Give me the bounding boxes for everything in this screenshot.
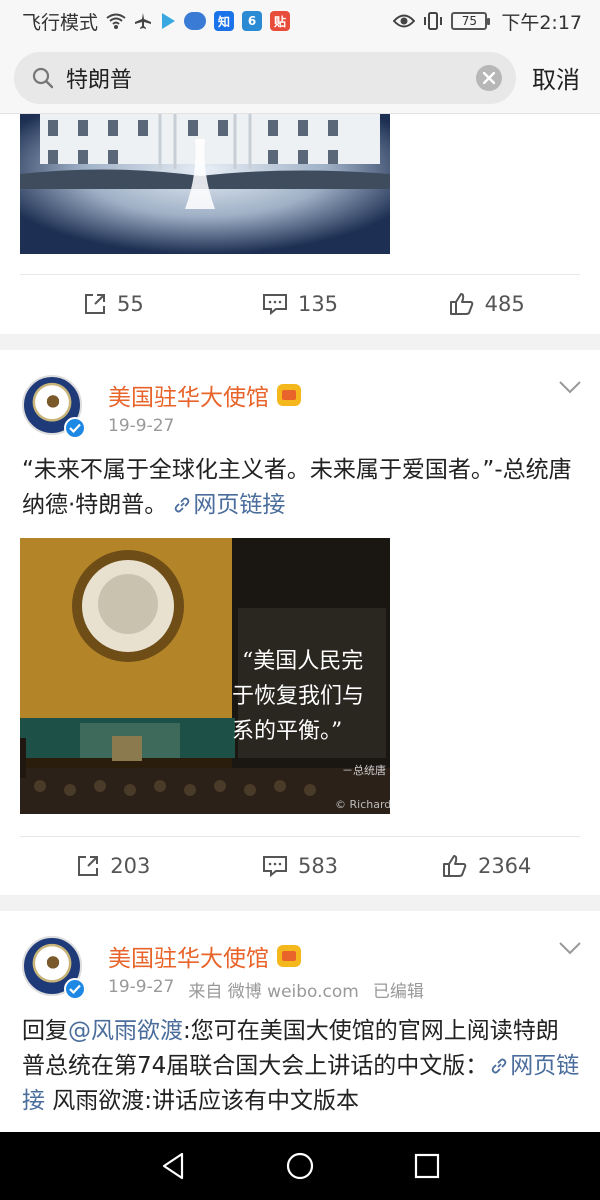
back-icon[interactable] xyxy=(160,1152,186,1180)
eye-icon xyxy=(393,14,416,28)
repost-count: 203 xyxy=(110,853,151,878)
post-meta: 19-9-27 来自 微博 weibo.com 已编辑 xyxy=(108,977,424,1002)
post-actions: 203 583 2364 xyxy=(20,836,580,894)
username[interactable]: 美国驻华大使馆 xyxy=(108,939,301,973)
verified-badge-icon xyxy=(64,978,86,1000)
close-icon xyxy=(483,71,495,84)
vip-crown-icon xyxy=(277,945,301,967)
username-text: 美国驻华大使馆 xyxy=(108,946,269,972)
post-card: 美国驻华大使馆 19-9-27 “未来不属于全球化主义者。未来属于爱国者。”-总… xyxy=(0,350,600,895)
username[interactable]: 美国驻华大使馆 xyxy=(108,378,301,412)
search-results-feed[interactable]: 55 135 485 美国驻华大使馆 19-9-27 “未来不属于全球化主义者。… xyxy=(0,114,600,1132)
app-6-icon: 6 xyxy=(242,11,263,31)
post-card: 美国驻华大使馆 19-9-27 来自 微博 weibo.com 已编辑 回复@风… xyxy=(0,911,600,1132)
thumbs-up-icon xyxy=(442,854,467,877)
reply-prefix: 回复 xyxy=(22,1018,68,1044)
image-caption-line-3: 系的平衡。” xyxy=(232,719,342,744)
like-button[interactable]: 485 xyxy=(393,292,580,316)
vip-crown-icon xyxy=(277,384,301,406)
image-signature: －总统唐 xyxy=(342,763,386,777)
clear-search-button[interactable] xyxy=(476,64,502,91)
link-icon xyxy=(492,1058,507,1074)
home-icon[interactable] xyxy=(285,1151,315,1181)
repost-button[interactable]: 55 xyxy=(20,292,207,316)
comment-count: 583 xyxy=(297,853,339,878)
clock: 下午2:17 xyxy=(501,11,582,34)
repost-icon xyxy=(84,293,105,314)
post-text-body: “未来不属于全球化主义者。未来属于爱国者。”-总统唐纳德·特朗普。 xyxy=(22,457,572,518)
post-source: 来自 微博 weibo.com xyxy=(188,982,359,1002)
chevron-down-icon[interactable] xyxy=(558,941,582,955)
link-icon xyxy=(175,497,190,513)
vibrate-icon xyxy=(424,12,443,30)
post-actions: 55 135 485 xyxy=(20,274,580,332)
status-left: 飞行模式 知 6 贴 xyxy=(22,8,291,35)
repost-count: 55 xyxy=(116,291,144,316)
post-text: 回复@风雨欲渡:您可在美国大使馆的官网上阅读特朗普总统在第74届联合国大会上讲话… xyxy=(22,1014,580,1119)
zhihu-icon: 知 xyxy=(214,11,235,31)
like-button[interactable]: 2364 xyxy=(393,854,580,878)
comment-button[interactable]: 583 xyxy=(207,854,394,878)
embassy-seal-icon xyxy=(40,391,66,417)
edited-label: 已编辑 xyxy=(372,982,424,1002)
recents-icon[interactable] xyxy=(414,1153,440,1179)
search-box[interactable] xyxy=(14,51,516,104)
post-date: 19-9-27 xyxy=(108,416,175,436)
repost-icon xyxy=(78,855,99,876)
username-text: 美国驻华大使馆 xyxy=(108,385,269,411)
chevron-down-icon[interactable] xyxy=(558,380,582,394)
post-text: “未来不属于全球化主义者。未来属于爱国者。”-总统唐纳德·特朗普。 网页链接 xyxy=(22,453,580,523)
comment-count: 135 xyxy=(297,291,339,316)
mention-link[interactable]: @风雨欲渡 xyxy=(68,1018,183,1044)
post-card: 55 135 485 xyxy=(0,114,600,334)
comment-button[interactable]: 135 xyxy=(207,292,394,316)
search-icon xyxy=(32,67,54,89)
airplane-mode-label: 飞行模式 xyxy=(22,11,99,34)
airplane-icon xyxy=(135,13,152,29)
comment-icon xyxy=(262,293,287,315)
verified-badge-icon xyxy=(64,417,86,439)
post-image-un-general-assembly[interactable]: “美国人民完 于恢复我们与 系的平衡。” －总统唐 © Richard xyxy=(20,538,390,814)
wifi-icon xyxy=(106,13,126,29)
status-bar: 飞行模式 知 6 贴 75 下午2:17 xyxy=(0,0,600,42)
battery-icon: 75 xyxy=(451,12,491,30)
like-count: 485 xyxy=(484,291,525,316)
web-link-label: 网页链接 xyxy=(193,492,286,518)
comment-icon xyxy=(262,855,287,877)
cancel-button[interactable]: 取消 xyxy=(532,60,580,95)
repost-button[interactable]: 203 xyxy=(20,854,207,878)
battery-level: 75 xyxy=(461,14,477,28)
post-text-quote: 风雨欲渡:讲话应该有中文版本 xyxy=(45,1088,360,1114)
cloud-app-icon xyxy=(184,12,207,30)
image-credit: © Richard xyxy=(335,798,390,811)
status-right: 75 下午2:17 xyxy=(393,8,582,35)
image-caption-line-2: 于恢复我们与 xyxy=(232,684,364,709)
search-input[interactable] xyxy=(66,65,476,90)
system-nav-bar xyxy=(0,1132,600,1200)
tieba-icon: 贴 xyxy=(270,11,291,31)
web-link[interactable]: 网页链接 xyxy=(167,492,285,518)
search-header: 取消 xyxy=(0,42,600,114)
thumbs-up-icon xyxy=(449,292,473,315)
image-caption-line-1: “美国人民完 xyxy=(242,649,363,674)
post-date: 19-9-27 xyxy=(108,977,175,997)
post-image-white-house[interactable] xyxy=(20,114,390,254)
like-count: 2364 xyxy=(477,853,532,878)
embassy-seal-icon xyxy=(40,952,66,978)
play-icon xyxy=(162,13,176,29)
